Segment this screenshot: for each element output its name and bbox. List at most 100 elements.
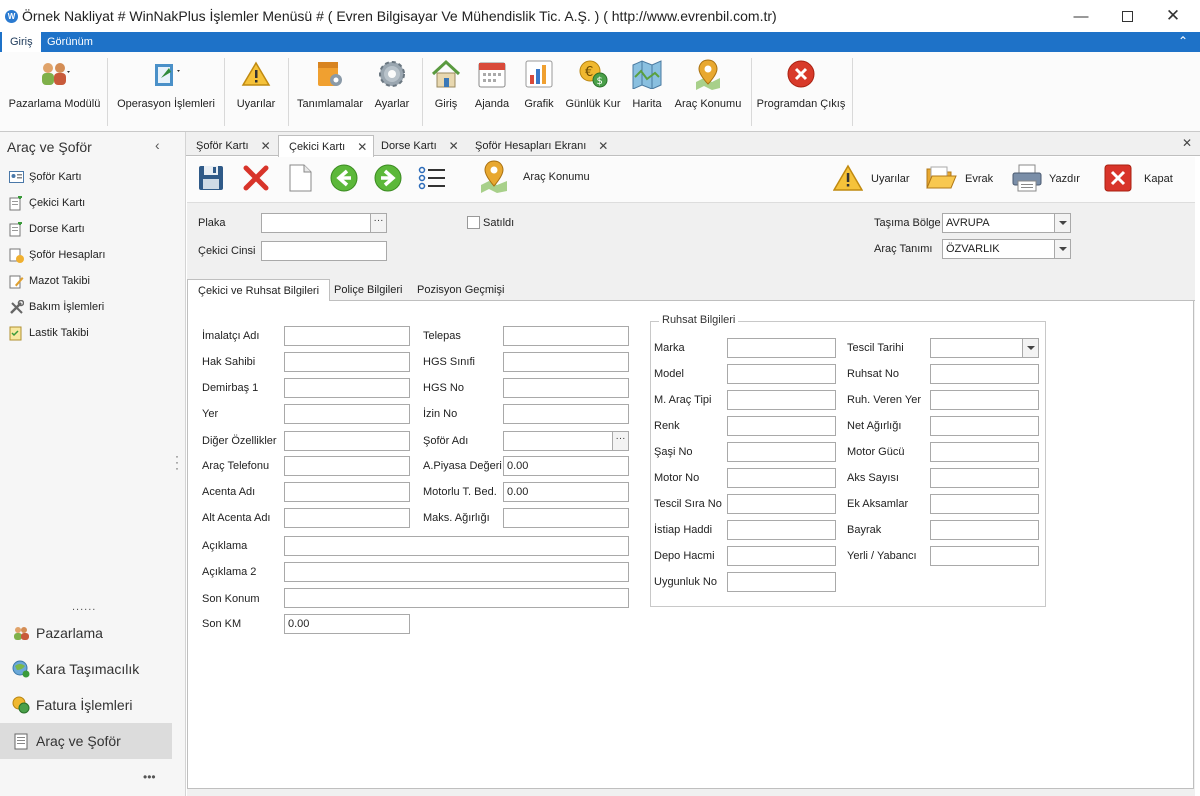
bayrak-input[interactable]: [930, 520, 1039, 540]
izin-no-input[interactable]: [503, 404, 629, 424]
close-tab-icon[interactable]: ✕: [357, 140, 367, 154]
harita-button[interactable]: Harita: [628, 56, 666, 128]
kapat-button[interactable]: Kapat: [1104, 163, 1173, 195]
maks-agirligi-input[interactable]: [503, 508, 629, 528]
tescil-sira-no-input[interactable]: [727, 494, 836, 514]
motorlu-t-bed-input[interactable]: [503, 482, 629, 502]
demirbas-input[interactable]: [284, 378, 410, 398]
plaka-lookup-button[interactable]: ···: [371, 213, 387, 233]
close-tab-icon[interactable]: ✕: [449, 139, 459, 153]
close-tab-icon[interactable]: ✕: [598, 139, 608, 153]
diger-ozellikler-input[interactable]: [284, 431, 410, 451]
arac-konumu-button[interactable]: Araç Konumu: [479, 159, 590, 193]
maximize-button[interactable]: [1104, 2, 1150, 30]
hgs-sinifi-input[interactable]: [503, 352, 629, 372]
a-piyasa-degeri-input[interactable]: [503, 456, 629, 476]
yer-input[interactable]: [284, 404, 410, 424]
collapse-nav-icon[interactable]: ‹: [155, 137, 160, 153]
yazdir-button[interactable]: Yazdır: [1011, 163, 1080, 195]
satildi-checkbox[interactable]: [467, 216, 480, 229]
list-button[interactable]: [417, 163, 447, 195]
nav-item-sofor-karti[interactable]: Şoför Kartı: [8, 167, 82, 187]
arac-telefonu-input[interactable]: [284, 456, 410, 476]
ayarlar-button[interactable]: Ayarlar: [370, 56, 414, 128]
uygunluk-no-input[interactable]: [727, 572, 836, 592]
tab-sofor-karti[interactable]: Şoför Kartı ✕: [186, 135, 277, 156]
arac-tanimi-select[interactable]: ÖZVARLIK: [942, 239, 1055, 259]
tescil-tarihi-dropdown-icon[interactable]: [1023, 338, 1039, 358]
cekici-cinsi-input[interactable]: [261, 241, 387, 261]
tab-police-bilgileri[interactable]: Poliçe Bilgileri: [324, 279, 412, 301]
nav-item-lastik-takibi[interactable]: Lastik Takibi: [8, 323, 89, 343]
operasyon-islemleri-button[interactable]: Operasyon İşlemleri: [114, 56, 218, 128]
splitter-grip-icon[interactable]: · · ·: [175, 450, 179, 474]
motor-gucu-input[interactable]: [930, 442, 1039, 462]
nav-item-dorse-karti[interactable]: Dorse Kartı: [8, 219, 85, 239]
uyarilar-button[interactable]: Uyarılar: [232, 56, 280, 128]
tasima-bolge-dropdown-icon[interactable]: [1055, 213, 1071, 233]
pazarlama-modulu-button[interactable]: Pazarlama Modülü: [8, 56, 101, 128]
ruh-veren-yer-input[interactable]: [930, 390, 1039, 410]
nav-group-arac-ve-sofor[interactable]: Araç ve Şoför: [0, 723, 172, 759]
m-arac-tipi-input[interactable]: [727, 390, 836, 410]
acenta-adi-input[interactable]: [284, 482, 410, 502]
close-tab-icon[interactable]: ✕: [261, 139, 271, 153]
son-konum-input[interactable]: [284, 588, 629, 608]
tasima-bolge-select[interactable]: AVRUPA: [942, 213, 1055, 233]
ruhsat-no-input[interactable]: [930, 364, 1039, 384]
tanimlamalar-button[interactable]: Tanımlamalar: [296, 56, 364, 128]
yerli-yabanci-input[interactable]: [930, 546, 1039, 566]
grafik-button[interactable]: Grafik: [520, 56, 558, 128]
renk-input[interactable]: [727, 416, 836, 436]
next-record-button[interactable]: [373, 163, 403, 195]
nav-item-bakim-islemleri[interactable]: Bakım İşlemleri: [8, 297, 104, 317]
uyarilar-toolbar-button[interactable]: Uyarılar: [832, 163, 910, 195]
menu-tab-gorunum[interactable]: Görünüm: [39, 32, 101, 52]
giris-button[interactable]: Giriş: [428, 56, 464, 128]
tab-dorse-karti[interactable]: Dorse Kartı ✕: [371, 135, 465, 156]
save-button[interactable]: [197, 163, 225, 195]
ajanda-button[interactable]: Ajanda: [472, 56, 512, 128]
sofor-adi-lookup-button[interactable]: ···: [613, 431, 629, 451]
plaka-input[interactable]: [261, 213, 371, 233]
tab-pozisyon-gecmisi[interactable]: Pozisyon Geçmişi: [407, 279, 514, 301]
previous-record-button[interactable]: [329, 163, 359, 195]
new-document-button[interactable]: [287, 163, 313, 195]
gunluk-kur-button[interactable]: € $ Günlük Kur: [564, 56, 622, 128]
programdan-cikis-button[interactable]: Programdan Çıkış: [757, 56, 845, 128]
nav-group-kara-tasimacilik[interactable]: Kara Taşımacılık: [0, 651, 172, 687]
hak-sahibi-input[interactable]: [284, 352, 410, 372]
nav-more-icon[interactable]: •••: [143, 770, 156, 784]
nav-group-pazarlama[interactable]: Pazarlama: [0, 615, 172, 651]
sasi-no-input[interactable]: [727, 442, 836, 462]
net-agirligi-input[interactable]: [930, 416, 1039, 436]
nav-item-cekici-karti[interactable]: Çekici Kartı: [8, 193, 85, 213]
delete-button[interactable]: [242, 163, 270, 195]
aks-sayisi-input[interactable]: [930, 468, 1039, 488]
close-all-tabs-icon[interactable]: ✕: [1182, 136, 1192, 150]
istiap-haddi-input[interactable]: [727, 520, 836, 540]
arac-konumu-ribbon-button[interactable]: Araç Konumu: [672, 56, 744, 128]
son-km-input[interactable]: [284, 614, 410, 634]
telepas-input[interactable]: [503, 326, 629, 346]
imalatci-adi-input[interactable]: [284, 326, 410, 346]
ribbon-collapse-icon[interactable]: ⌃: [1178, 34, 1188, 48]
tab-cekici-karti[interactable]: Çekici Kartı ✕: [278, 135, 375, 157]
tab-cekici-ve-ruhsat[interactable]: Çekici ve Ruhsat Bilgileri: [187, 279, 331, 302]
sofor-adi-input[interactable]: [503, 431, 613, 451]
nav-group-fatura-islemleri[interactable]: Fatura İşlemleri: [0, 687, 172, 723]
marka-input[interactable]: [727, 338, 836, 358]
motor-no-input[interactable]: [727, 468, 836, 488]
tescil-tarihi-input[interactable]: [930, 338, 1023, 358]
nav-splitter-dots[interactable]: ......: [72, 601, 96, 613]
nav-item-mazot-takibi[interactable]: Mazot Takibi: [8, 271, 90, 291]
hgs-no-input[interactable]: [503, 378, 629, 398]
evrak-button[interactable]: Evrak: [925, 163, 993, 195]
minimize-button[interactable]: —: [1058, 2, 1104, 30]
tab-sofor-hesaplari-ekrani[interactable]: Şoför Hesapları Ekranı ✕: [465, 135, 614, 156]
aciklama2-input[interactable]: [284, 562, 629, 582]
menu-tab-giris[interactable]: Giriş: [1, 32, 41, 52]
alt-acenta-adi-input[interactable]: [284, 508, 410, 528]
model-input[interactable]: [727, 364, 836, 384]
nav-item-sofor-hesaplari[interactable]: Şoför Hesapları: [8, 245, 105, 265]
